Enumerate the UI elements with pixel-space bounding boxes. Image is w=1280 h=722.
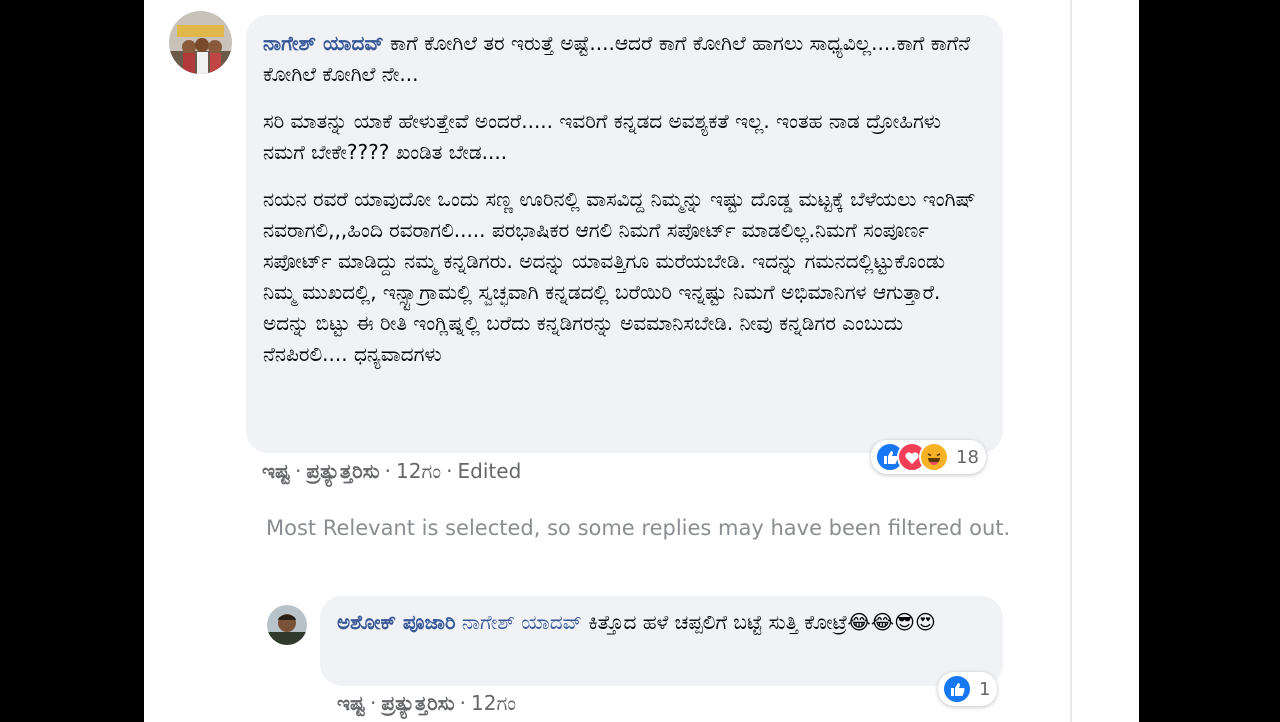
reply-action[interactable]: ಪ್ರತ್ಯುತ್ತರಿಸು — [381, 691, 454, 715]
like-action[interactable]: ಇಷ್ಟ — [337, 691, 365, 715]
comment-reactions[interactable]: 18 — [871, 440, 986, 474]
reaction-count: 1 — [979, 678, 991, 700]
comment-bubble: ನಾಗೇಶ್ ಯಾದವ್ ಕಾಗೆ ಕೋಗಿಲೆ ತರ ಇರುತ್ತೆ ಅಷ್ಟ… — [246, 15, 1003, 453]
comment-body: ನಾಗೇಶ್ ಯಾದವ್ ಕಾಗೆ ಕೋಗಿಲೆ ತರ ಇರುತ್ತೆ ಅಷ್ಟ… — [263, 28, 978, 370]
emoji-heart-eyes: 😍 — [915, 610, 936, 634]
emoji-sunglasses: 😎 — [894, 610, 916, 634]
reaction-count: 18 — [956, 446, 979, 468]
filter-notice: Most Relevant is selected, so some repli… — [266, 516, 1011, 540]
edited-label: Edited — [457, 459, 522, 483]
like-icon — [942, 674, 972, 704]
haha-icon — [919, 442, 949, 472]
reply-reactions[interactable]: 1 — [938, 672, 998, 706]
replier-avatar[interactable] — [267, 605, 307, 645]
comment-paragraph: ಸರಿ ಮಾತನ್ನು ಯಾಕೆ ಹೇಳುತ್ತೇವೆ ಅಂದರೆ..... ಇ… — [263, 109, 941, 164]
reply-text: ಕಿತ್ತೊದ ಹಳೆ ಚಪ್ಪಲಿಗೆ ಬಟ್ಟೆ ಸುತ್ತಿ ಕೋಟ್ರೆ — [588, 610, 848, 634]
comment-author-link[interactable]: ನಾಗೇಶ್ ಯಾದವ್ — [263, 31, 384, 55]
emoji-laugh: 😂 — [870, 610, 895, 634]
timestamp[interactable]: 12ಗಂ — [396, 459, 441, 483]
comment-paragraph: ನಾಗೇಶ್ ಯಾದವ್ ಕಾಗೆ ಕೋಗಿಲೆ ತರ ಇರುತ್ತೆ ಅಷ್ಟ… — [263, 31, 971, 86]
reply-body: ಅಶೋಕ್ ಪೂಜಾರಿ ನಾಗೇಶ್ ಯಾದವ್ ಕಿತ್ತೊದ ಹಳೆ ಚಪ… — [337, 607, 987, 638]
timestamp[interactable]: 12ಗಂ — [471, 691, 516, 715]
reply-bubble: ಅಶೋಕ್ ಪೂಜಾರಿ ನಾಗೇಶ್ ಯಾದವ್ ಕಿತ್ತೊದ ಹಳೆ ಚಪ… — [320, 596, 1003, 686]
emoji-laugh: 😂 — [847, 610, 871, 634]
panel-divider — [1070, 0, 1072, 722]
comment-paragraph: ನಯನ ರವರೆ ಯಾವುದೋ ಒಂದು ಸಣ್ಣ ಊರಿನಲ್ಲಿ ವಾಸವಿ… — [263, 187, 976, 366]
reply-actions: ಇಷ್ಟ · ಪ್ರತ್ಯುತ್ತರಿಸು · 12ಗಂ — [337, 691, 517, 715]
like-action[interactable]: ಇಷ್ಟ — [262, 459, 290, 483]
comment-actions: ಇಷ್ಟ · ಪ್ರತ್ಯುತ್ತರಿಸು · 12ಗಂ · Edited — [262, 459, 522, 483]
reply-author-link[interactable]: ಅಶೋಕ್ ಪೂಜಾರಿ — [337, 610, 456, 634]
commenter-avatar[interactable] — [169, 11, 232, 74]
mention-link[interactable]: ನಾಗೇಶ್ ಯಾದವ್ — [462, 610, 582, 634]
reply-action[interactable]: ಪ್ರತ್ಯುತ್ತರಿಸು — [306, 459, 379, 483]
